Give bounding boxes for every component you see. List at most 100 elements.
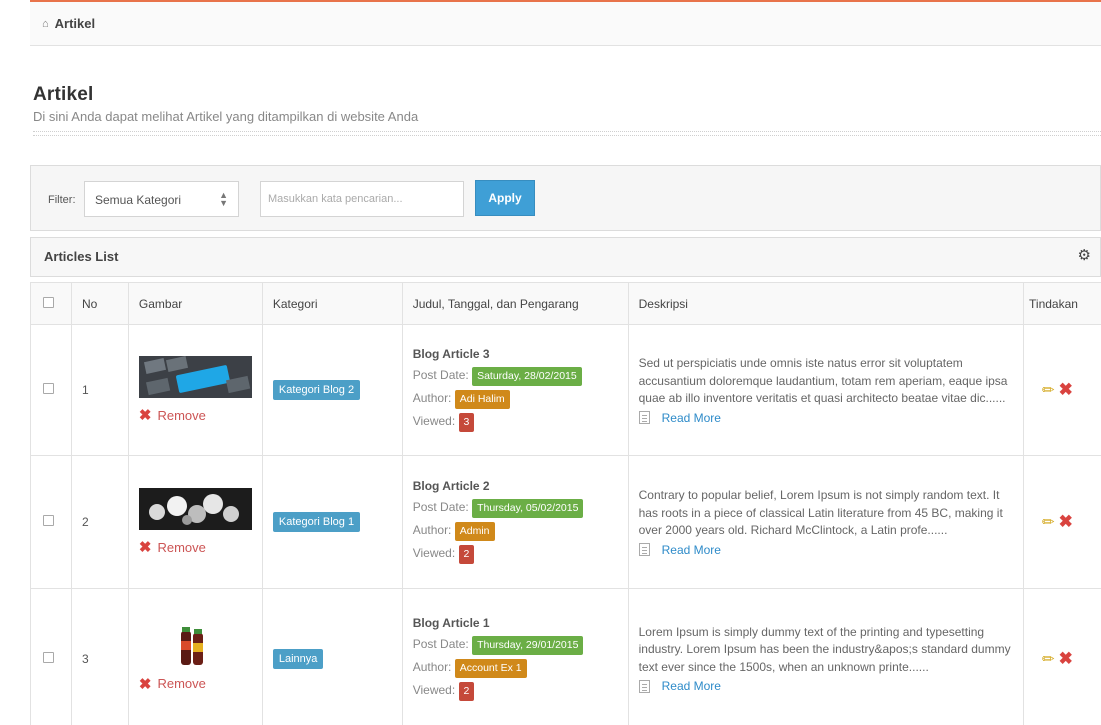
select-all-checkbox[interactable] xyxy=(43,296,54,308)
filter-bar: Filter: Semua Kategori ▲▼ Apply xyxy=(30,165,1101,231)
column-header-description: Deskripsi xyxy=(627,282,1025,325)
pencil-icon[interactable]: ✏ xyxy=(1042,381,1055,399)
apply-button[interactable]: Apply xyxy=(475,180,535,216)
row-title-cell: Blog Article 2 Post Date: Thursday, 05/0… xyxy=(401,455,629,589)
row-number: 2 xyxy=(70,455,129,589)
breadcrumb: ⌂ Artikel xyxy=(30,0,1101,46)
row-checkbox-cell xyxy=(30,455,72,589)
post-date-label: Post Date: xyxy=(412,368,469,382)
post-date-label: Post Date: xyxy=(412,636,469,651)
row-description-cell: Contrary to popular belief, Lorem Ipsum … xyxy=(627,455,1025,589)
article-title: Blog Article 1 xyxy=(412,615,490,630)
row-checkbox[interactable] xyxy=(43,383,54,394)
category-select-value: Semua Kategori xyxy=(95,193,182,207)
select-all-header xyxy=(30,282,72,325)
page-header: Artikel Di sini Anda dapat melihat Artik… xyxy=(33,84,418,124)
article-title: Blog Article 2 xyxy=(412,479,490,493)
close-icon: ✖ xyxy=(138,407,152,424)
row-description-cell: Sed ut perspiciatis unde omnis iste natu… xyxy=(627,324,1025,456)
column-header-no[interactable]: No xyxy=(70,282,129,325)
row-checkbox-cell xyxy=(30,588,72,725)
category-select[interactable]: Semua Kategori ▲ ▼ xyxy=(84,181,239,217)
viewed-badge: 2 xyxy=(458,545,475,564)
author-badge: Account Ex 1 xyxy=(454,658,527,678)
articles-table: No Gambar Kategori Judul, Tanggal, dan P… xyxy=(30,282,1101,725)
page-subtitle: Di sini Anda dapat melihat Artikel yang … xyxy=(33,109,419,124)
viewed-label: Viewed: xyxy=(412,546,456,560)
filter-label: Filter: xyxy=(48,194,76,206)
row-number: 3 xyxy=(70,588,129,725)
article-description: Sed ut perspiciatis unde omnis iste natu… xyxy=(638,356,1008,406)
remove-label: Remove xyxy=(157,676,206,691)
viewed-badge: 2 xyxy=(458,681,475,701)
gear-icon[interactable]: ⚙ xyxy=(1078,246,1091,264)
row-image-cell: ✖ Remove xyxy=(127,455,263,589)
row-actions-cell: ✏ ✖ xyxy=(1023,455,1101,589)
document-icon xyxy=(638,679,650,693)
remove-image-link[interactable]: ✖ Remove xyxy=(139,538,262,556)
articles-panel-header: Articles List ⚙ xyxy=(30,237,1101,277)
row-category-cell: Lainnya xyxy=(261,588,403,725)
author-label: Author: xyxy=(412,523,452,537)
read-more-link[interactable]: Read More xyxy=(638,679,1023,694)
divider xyxy=(33,131,1101,136)
home-icon[interactable]: ⌂ xyxy=(42,18,49,30)
row-image-cell: ✖ Remove xyxy=(127,588,263,725)
row-checkbox[interactable] xyxy=(43,515,54,526)
row-number: 1 xyxy=(70,324,129,456)
remove-image-link[interactable]: ✖ Remove xyxy=(139,406,262,424)
panel-title: Articles List xyxy=(44,249,119,264)
column-header-image: Gambar xyxy=(127,282,263,325)
document-icon xyxy=(638,411,650,425)
breadcrumb-current[interactable]: Artikel xyxy=(55,16,95,31)
author-badge: Admin xyxy=(454,522,495,541)
post-date-badge: Thursday, 29/01/2015 xyxy=(472,635,584,655)
document-icon xyxy=(638,543,650,557)
article-thumbnail[interactable] xyxy=(138,356,252,398)
viewed-label: Viewed: xyxy=(412,414,456,428)
author-label: Author: xyxy=(412,391,452,405)
column-header-category[interactable]: Kategori xyxy=(261,282,403,325)
delete-icon[interactable]: ✖ xyxy=(1059,380,1073,400)
post-date-badge: Saturday, 28/02/2015 xyxy=(472,367,582,386)
row-actions-cell: ✏ ✖ xyxy=(1023,324,1101,456)
page-title: Artikel xyxy=(33,84,94,105)
viewed-badge: 3 xyxy=(458,413,475,432)
pencil-icon[interactable]: ✏ xyxy=(1042,513,1055,531)
pencil-icon[interactable]: ✏ xyxy=(1042,650,1055,668)
article-title: Blog Article 3 xyxy=(412,347,490,361)
article-thumbnail[interactable] xyxy=(138,488,252,530)
delete-icon[interactable]: ✖ xyxy=(1059,649,1073,669)
viewed-label: Viewed: xyxy=(412,682,456,697)
row-checkbox-cell xyxy=(30,324,72,456)
row-image-cell: ✖ Remove xyxy=(127,324,263,456)
search-input[interactable] xyxy=(260,181,464,217)
read-more-label: Read More xyxy=(661,679,721,694)
post-date-label: Post Date: xyxy=(412,500,469,514)
read-more-label: Read More xyxy=(661,410,721,425)
remove-image-link[interactable]: ✖ Remove xyxy=(139,675,262,693)
article-description: Contrary to popular belief, Lorem Ipsum … xyxy=(638,488,1003,538)
row-actions-cell: ✏ ✖ xyxy=(1023,588,1101,725)
read-more-link[interactable]: Read More xyxy=(638,410,1023,425)
delete-icon[interactable]: ✖ xyxy=(1059,512,1073,532)
row-checkbox[interactable] xyxy=(43,651,54,663)
table-row: 2 ✖ Remove Kategori Blog 1 Blog Article … xyxy=(30,455,1101,589)
remove-label: Remove xyxy=(157,539,206,555)
column-header-title[interactable]: Judul, Tanggal, dan Pengarang xyxy=(401,282,629,325)
author-label: Author: xyxy=(412,659,452,674)
row-title-cell: Blog Article 3 Post Date: Saturday, 28/0… xyxy=(401,324,629,456)
category-label: Lainnya xyxy=(272,648,324,669)
row-category-cell: Kategori Blog 2 xyxy=(261,324,403,456)
article-thumbnail[interactable] xyxy=(138,624,252,667)
category-label: Kategori Blog 2 xyxy=(272,380,361,400)
row-description-cell: Lorem Ipsum is simply dummy text of the … xyxy=(627,588,1025,725)
row-category-cell: Kategori Blog 1 xyxy=(261,455,403,589)
post-date-badge: Thursday, 05/02/2015 xyxy=(472,499,584,518)
category-label: Kategori Blog 1 xyxy=(272,512,361,532)
table-row: 1 ✖ Remove Kategori Blog 2 Blog Article … xyxy=(30,324,1101,456)
read-more-link[interactable]: Read More xyxy=(638,543,1023,557)
article-description: Lorem Ipsum is simply dummy text of the … xyxy=(638,624,1011,674)
row-title-cell: Blog Article 1 Post Date: Thursday, 29/0… xyxy=(401,588,629,725)
close-icon: ✖ xyxy=(138,675,152,693)
